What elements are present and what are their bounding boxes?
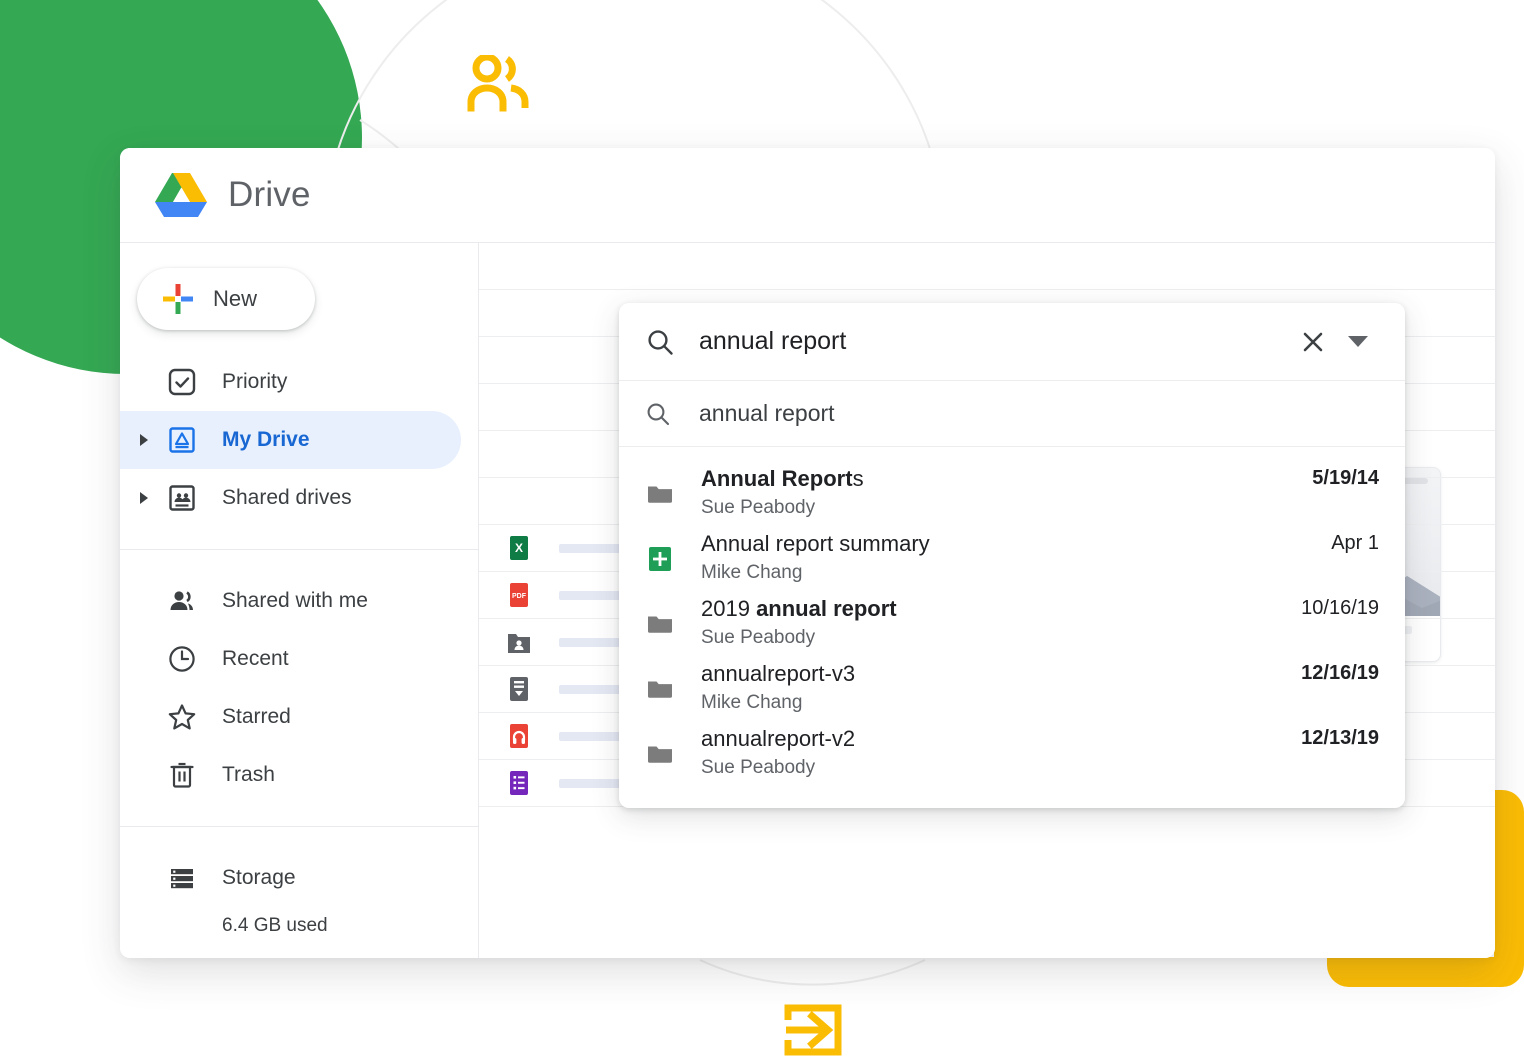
people-icon (467, 55, 529, 113)
clock-icon (167, 644, 197, 674)
sidebar-item-label: Storage (222, 866, 296, 890)
search-panel: annual report Annual ReportsSue Peabody5… (619, 303, 1405, 808)
search-results-list: Annual ReportsSue Peabody5/19/14 Annual … (619, 447, 1405, 808)
trash-icon (167, 760, 197, 790)
search-result-row[interactable]: annualreport-v2 Sue Peabody12/13/19 (619, 721, 1405, 786)
search-result-owner: Sue Peabody (701, 625, 1301, 651)
forms-file-icon (507, 770, 531, 796)
chevron-down-icon (1348, 336, 1368, 347)
search-input[interactable] (675, 327, 1291, 356)
people-icon (167, 586, 197, 616)
contact-file-icon (507, 629, 531, 655)
folder-icon (645, 479, 675, 509)
sidebar-item-label: Shared drives (222, 486, 352, 510)
sidebar-nav: Priority My Drive (120, 353, 478, 937)
google-sheets-icon (645, 544, 675, 574)
shared-drives-icon (167, 483, 197, 513)
sidebar-item-starred[interactable]: Starred (120, 688, 478, 746)
search-result-title: annualreport-v3 (701, 661, 1301, 687)
sidebar-item-label: My Drive (222, 428, 310, 452)
sidebar-divider-1 (120, 549, 478, 550)
sidebar-item-label: Starred (222, 705, 291, 729)
search-result-date: 10/16/19 (1301, 597, 1379, 620)
expand-caret-icon[interactable] (140, 434, 148, 446)
new-button-label: New (213, 286, 257, 312)
search-options-button[interactable] (1335, 320, 1381, 364)
brand: Drive (120, 171, 311, 219)
search-result-owner: Mike Chang (701, 560, 1331, 586)
storage-icon (167, 863, 197, 893)
login-arrow-icon (784, 1002, 844, 1058)
search-icon (645, 327, 675, 357)
sidebar-item-label: Recent (222, 647, 289, 671)
file-row-placeholder[interactable] (479, 243, 1495, 290)
search-result-owner: Sue Peabody (701, 495, 1312, 521)
sidebar-item-priority[interactable]: Priority (120, 353, 478, 411)
svg-text:PDF: PDF (512, 593, 527, 600)
svg-text:X: X (515, 541, 523, 555)
search-result-row[interactable]: 2019 annual report Sue Peabody10/16/19 (619, 591, 1405, 656)
search-result-title: 2019 annual report (701, 596, 1301, 622)
brand-title: Drive (228, 175, 311, 215)
search-result-title: Annual report summary (701, 531, 1331, 557)
search-suggestion-text: annual report (671, 400, 835, 427)
folder-icon (645, 674, 675, 704)
sidebar-item-shared-drives[interactable]: Shared drives (120, 469, 478, 527)
search-result-row[interactable]: annualreport-v3 Mike Chang12/16/19 (619, 656, 1405, 721)
search-result-title: annualreport-v2 (701, 726, 1301, 752)
sidebar-item-label: Priority (222, 370, 287, 394)
sidebar: New Priority My (120, 243, 478, 958)
archive-file-icon (507, 676, 531, 702)
folder-icon (645, 739, 675, 769)
drive-app-window: Drive New P (120, 148, 1495, 958)
search-result-date: Apr 1 (1331, 532, 1379, 555)
star-icon (167, 702, 197, 732)
sidebar-item-trash[interactable]: Trash (120, 746, 478, 804)
search-result-date: 12/16/19 (1301, 662, 1379, 685)
search-result-row[interactable]: Annual Reports Sue Peabody5/19/14 (619, 461, 1405, 526)
folder-icon (645, 609, 675, 639)
sidebar-item-storage[interactable]: Storage (120, 849, 478, 907)
search-result-row[interactable]: Annual report summary Mike ChangApr 1 (619, 526, 1405, 591)
google-drive-logo (154, 171, 208, 219)
sidebar-item-shared-with-me[interactable]: Shared with me (120, 572, 478, 630)
priority-check-icon (167, 367, 197, 397)
search-result-owner: Mike Chang (701, 690, 1301, 716)
search-suggestion-row[interactable]: annual report (619, 381, 1405, 447)
sidebar-item-recent[interactable]: Recent (120, 630, 478, 688)
search-bar (619, 303, 1405, 381)
sidebar-item-label: Shared with me (222, 589, 368, 613)
search-result-date: 5/19/14 (1312, 467, 1379, 490)
search-result-title: Annual Reports (701, 466, 1312, 492)
excel-file-icon: X (507, 535, 531, 561)
sidebar-divider-2 (120, 826, 478, 827)
screenshot-root: Drive New P (0, 0, 1524, 1060)
search-result-date: 12/13/19 (1301, 727, 1379, 750)
my-drive-icon (167, 425, 197, 455)
expand-caret-icon[interactable] (140, 492, 148, 504)
plus-icon (161, 282, 195, 316)
clear-search-button[interactable] (1291, 320, 1335, 364)
sidebar-item-label: Trash (222, 763, 275, 787)
close-icon (1298, 327, 1328, 357)
sidebar-item-my-drive[interactable]: My Drive (120, 411, 461, 469)
app-header: Drive (120, 148, 1495, 242)
search-icon (645, 401, 671, 427)
audio-file-icon (507, 723, 531, 749)
placeholder-bar-name (559, 638, 621, 647)
storage-used-label: 6.4 GB used (120, 915, 478, 937)
search-result-owner: Sue Peabody (701, 755, 1301, 781)
new-button[interactable]: New (137, 268, 315, 330)
pdf-file-icon: PDF (507, 582, 531, 608)
